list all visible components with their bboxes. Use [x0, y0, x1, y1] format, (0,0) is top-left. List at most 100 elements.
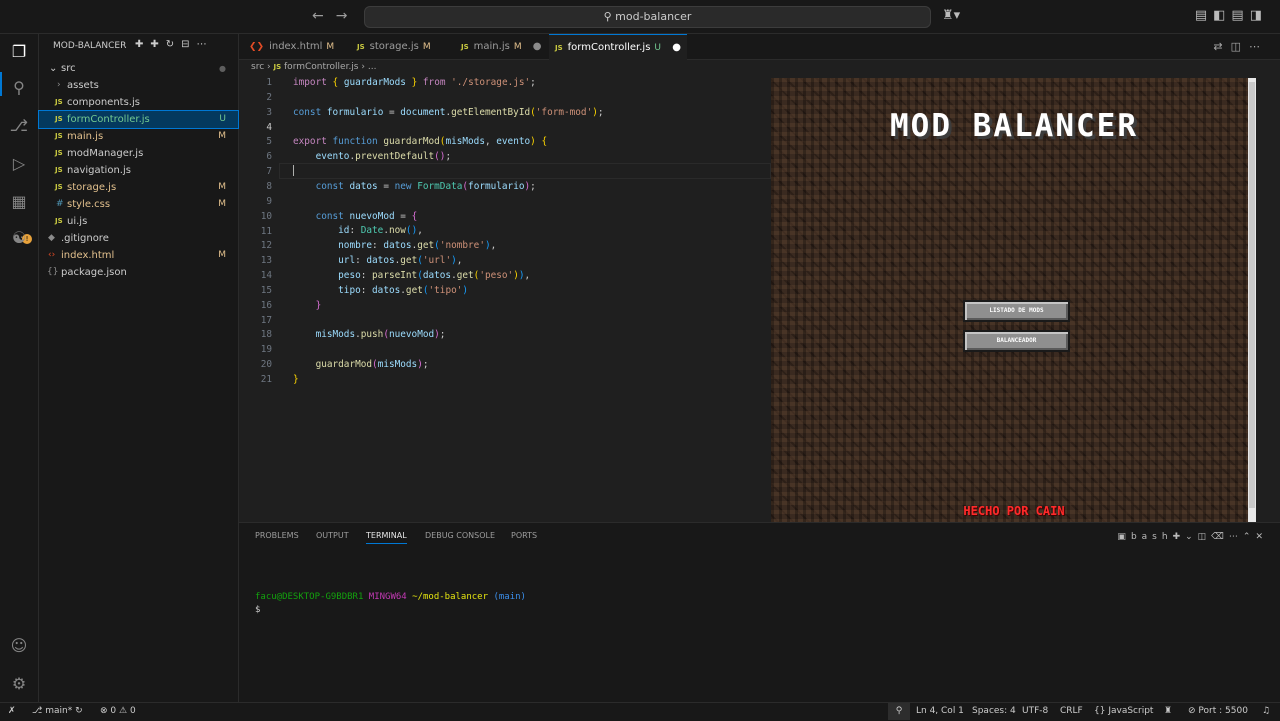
tree-item[interactable]: # style.css M	[39, 196, 238, 213]
more-icon[interactable]: ⋯	[197, 39, 214, 50]
zoom-icon[interactable]: ⚲	[888, 703, 910, 720]
close-icon[interactable]: ✕	[1255, 532, 1268, 542]
folder-label: src	[61, 63, 76, 74]
code-line-8: const datos = new FormData(formulario);	[315, 181, 536, 192]
sync-icon: ↻	[75, 706, 83, 716]
tab-index-html[interactable]: ❮❯ index.html M	[249, 34, 349, 59]
split-terminal-icon[interactable]: ◫	[1198, 532, 1212, 542]
tree-folder-src[interactable]: ⌄ src ●	[39, 60, 238, 77]
tree-item[interactable]: JS navigation.js	[39, 162, 238, 179]
toggle-panel-icon[interactable]: ▤	[1231, 8, 1249, 23]
tab-main-js[interactable]: JS main.js M ●	[461, 34, 549, 59]
tab-status: M	[513, 42, 522, 52]
tab-debug-console[interactable]: DEBUG CONSOLE	[425, 531, 495, 540]
language-mode[interactable]: {} JavaScript	[1094, 703, 1153, 720]
branch-status[interactable]: ⎇ main* ↻	[32, 703, 83, 720]
html-file-icon: ‹›	[48, 250, 56, 260]
tab-ports[interactable]: PORTS	[511, 531, 537, 540]
code-line-21: }	[293, 374, 299, 385]
live-server-status[interactable]: ⊘ Port : 5500	[1188, 703, 1248, 720]
editor-actions: ⇄◫⋯	[1213, 40, 1268, 53]
arrow-left-icon[interactable]: ←	[312, 8, 324, 24]
command-center-search[interactable]: ⚲ mod-balancer	[364, 6, 931, 28]
cursor-position[interactable]: Ln 4, Col 1	[916, 703, 964, 720]
line-number: 11	[260, 225, 272, 237]
tree-item-label: style.css	[67, 199, 111, 210]
account-icon[interactable]: ☺	[9, 636, 29, 656]
tree-item[interactable]: JS components.js	[39, 94, 238, 111]
copilot-status-icon[interactable]: ♜	[1164, 703, 1172, 720]
tree-item[interactable]: ‹› index.html M	[39, 247, 238, 264]
scrollbar-thumb[interactable]	[1249, 82, 1255, 508]
arrow-right-icon[interactable]: →	[336, 8, 348, 24]
new-file-icon[interactable]: ✚	[135, 39, 150, 50]
tab-label: index.html	[269, 41, 323, 52]
terminal-user: facu@DESKTOP-G9BDBR1	[255, 592, 364, 602]
toggle-sidebar-icon[interactable]: ◧	[1213, 8, 1231, 23]
gear-icon[interactable]: ⚙	[9, 674, 29, 694]
problems-status[interactable]: ⊗ 0 ⚠ 0	[100, 703, 136, 720]
new-folder-icon[interactable]: ✚	[150, 39, 165, 50]
code-line-16: }	[315, 300, 322, 311]
status-bar: ✗ ⎇ main* ↻ ⊗ 0 ⚠ 0 ⚲ Ln 4, Col 1 Spaces…	[0, 702, 1280, 721]
tab-terminal[interactable]: TERMINAL	[366, 531, 407, 544]
active-indicator	[0, 72, 2, 96]
balancer-button[interactable]: BALANCEADOR	[963, 330, 1070, 352]
search-icon[interactable]: ⚲	[9, 78, 29, 98]
remote-icon[interactable]: ✗	[8, 703, 16, 720]
shell-name[interactable]: bash	[1131, 532, 1173, 542]
open-changes-icon[interactable]: ⇄	[1213, 40, 1230, 53]
terminal-output[interactable]: facu@DESKTOP-G9BDBR1 MINGW64 ~/mod-balan…	[255, 592, 526, 615]
tab-formcontroller-js[interactable]: JS formController.js U ●	[549, 34, 687, 60]
tree-item-label: formController.js	[67, 114, 150, 125]
toggle-secondary-sidebar-icon[interactable]: ◨	[1250, 8, 1268, 23]
tree-item[interactable]: › assets	[39, 77, 238, 94]
breadcrumb-file[interactable]: formController.js	[284, 62, 358, 72]
extensions-icon[interactable]: ▦	[9, 192, 29, 212]
tab-storage-js[interactable]: JS storage.js M	[357, 34, 451, 59]
line-number: 8	[266, 180, 272, 192]
copilot-icon[interactable]: ♜▾	[942, 8, 960, 23]
more-icon[interactable]: ⋯	[1249, 40, 1268, 53]
layout-customize-icon[interactable]: ▤	[1195, 8, 1213, 23]
dirty-dot-icon[interactable]: ●	[672, 42, 681, 53]
tree-item[interactable]: {} package.json	[39, 264, 238, 281]
css-file-icon: #	[56, 199, 64, 209]
source-control-icon[interactable]: ⎇	[9, 116, 29, 136]
port-label: Port : 5500	[1198, 706, 1248, 716]
tree-item[interactable]: JS main.js M	[39, 128, 238, 145]
tab-output[interactable]: OUTPUT	[316, 531, 349, 540]
split-editor-icon[interactable]: ◫	[1231, 40, 1249, 53]
tree-item[interactable]: JS storage.js M	[39, 179, 238, 196]
line-ending[interactable]: CRLF	[1060, 703, 1083, 720]
collapse-all-icon[interactable]: ⊟	[181, 39, 196, 50]
refresh-icon[interactable]: ↻	[166, 39, 181, 50]
notifications-icon[interactable]: ♫	[1262, 703, 1270, 720]
tree-item[interactable]: JS formController.js U	[38, 110, 239, 129]
line-number: 4	[266, 121, 272, 133]
mod-list-button[interactable]: LISTADO DE MODS	[963, 300, 1070, 322]
run-debug-icon[interactable]: ▷	[9, 154, 29, 174]
tab-label: formController.js	[567, 42, 651, 53]
tree-item-label: assets	[67, 80, 99, 91]
terminal-icon: ▣	[1117, 532, 1131, 542]
preview-scrollbar[interactable]	[1248, 78, 1256, 532]
breadcrumb-more[interactable]: ...	[368, 62, 377, 72]
js-file-icon: JS	[55, 166, 63, 174]
tab-problems[interactable]: PROBLEMS	[255, 531, 299, 540]
maximize-icon[interactable]: ⌃	[1243, 532, 1256, 542]
tree-item[interactable]: JS modManager.js	[39, 145, 238, 162]
more-icon[interactable]: ⋯	[1229, 532, 1243, 542]
trash-icon[interactable]: ⌫	[1211, 532, 1229, 542]
chevron-down-icon[interactable]: ⌄	[1185, 532, 1198, 542]
indentation[interactable]: Spaces: 4	[972, 703, 1016, 720]
tree-item[interactable]: JS ui.js	[39, 213, 238, 230]
js-file-icon: JS	[55, 132, 63, 140]
tree-item[interactable]: ◆ .gitignore	[39, 230, 238, 247]
explorer-icon[interactable]: ❐	[9, 42, 29, 62]
remote-explorer-icon[interactable]: ☯	[9, 228, 29, 248]
encoding[interactable]: UTF-8	[1022, 703, 1048, 720]
tab-label: main.js	[473, 41, 510, 52]
new-terminal-icon[interactable]: ✚	[1173, 532, 1186, 542]
breadcrumb-folder[interactable]: src	[251, 62, 264, 72]
